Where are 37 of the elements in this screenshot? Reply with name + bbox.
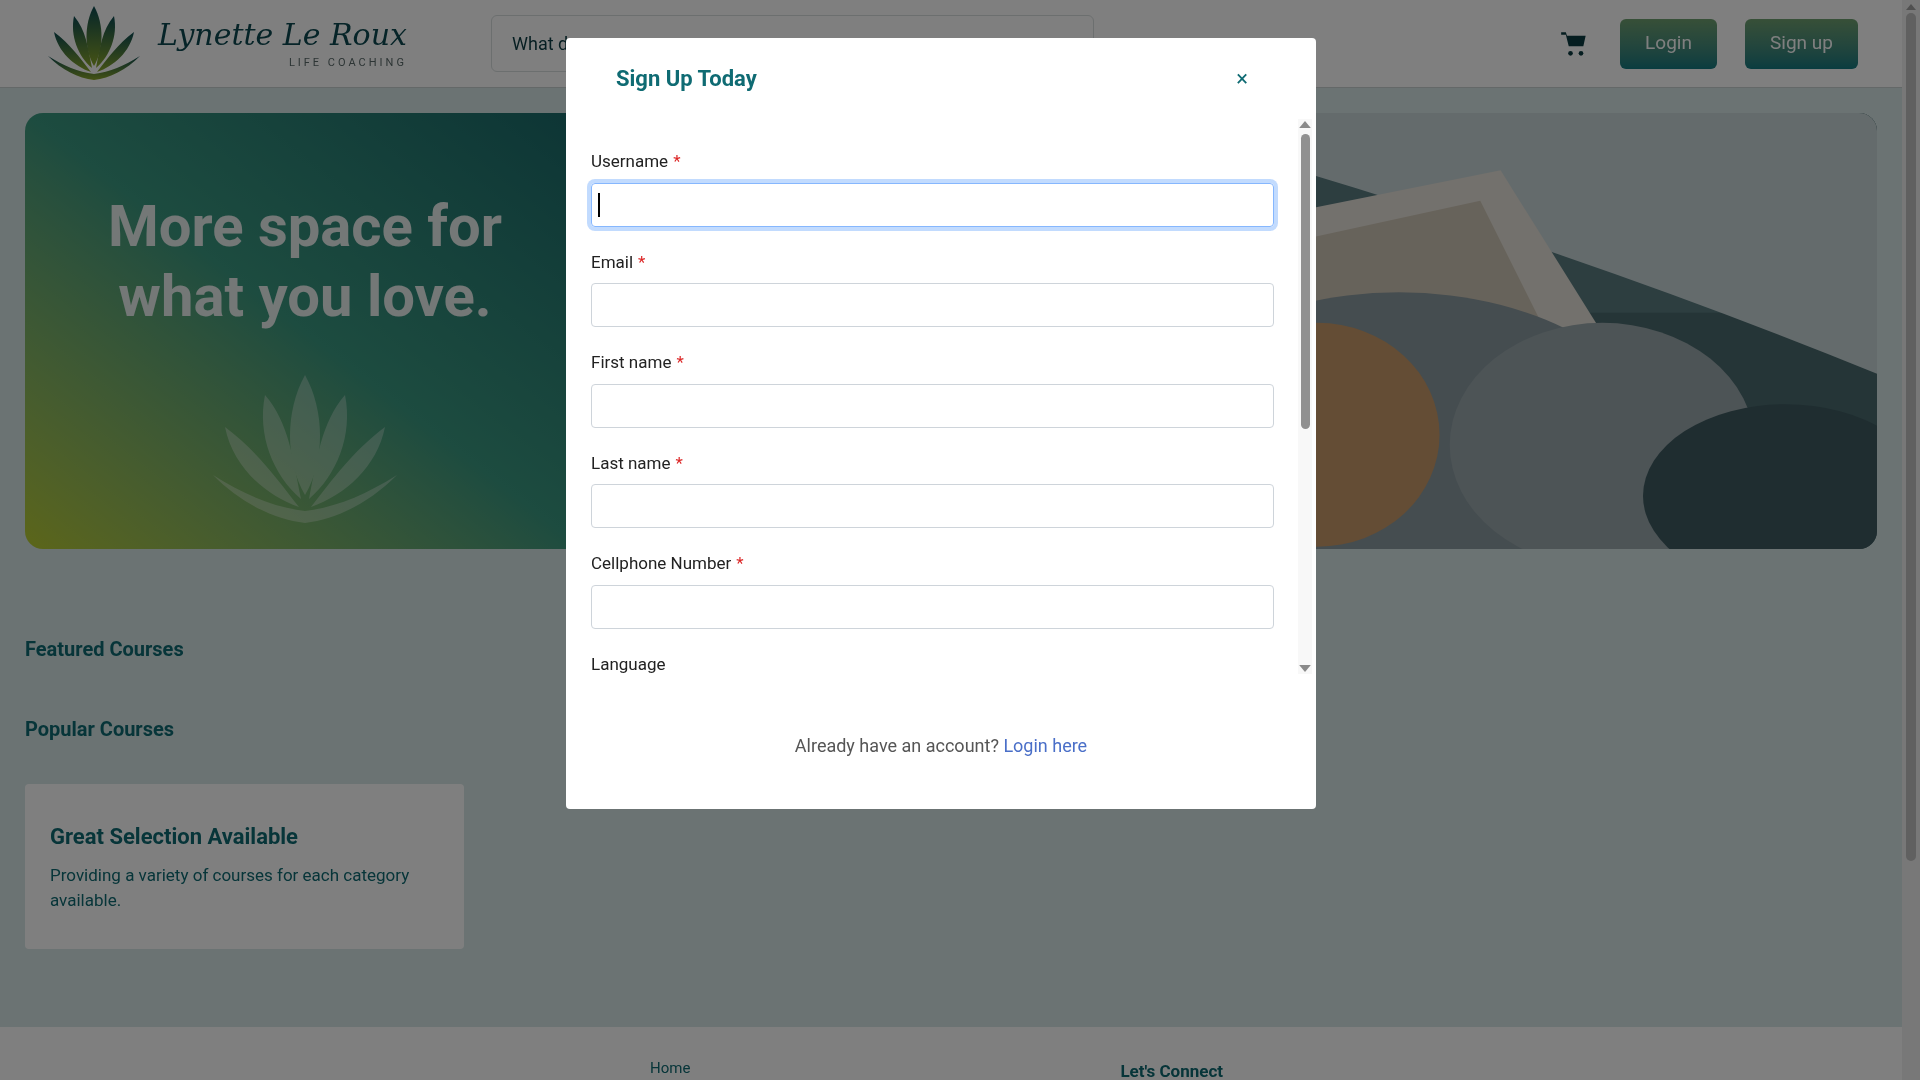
hero-headline: More space for — [107, 191, 503, 261]
footer-heading: Let's Connect — [1120, 1061, 1224, 1080]
login-link[interactable]: Login here — [1003, 735, 1088, 756]
close-button[interactable]: × — [1236, 62, 1248, 95]
modal-title: Sign Up Today — [616, 65, 757, 93]
text-field[interactable] — [591, 584, 1274, 629]
required-asterisk: * — [675, 451, 683, 475]
text-field[interactable] — [591, 283, 1274, 327]
field-label: Last name — [591, 451, 671, 475]
card-title: Great Selection Available — [50, 823, 299, 851]
field-label: First name — [591, 351, 672, 374]
required-asterisk: * — [676, 351, 684, 374]
scroll-up-icon[interactable] — [1906, 4, 1916, 10]
page-scrollbar[interactable] — [1902, 0, 1920, 1080]
field-label: Language — [591, 653, 666, 674]
signup-button[interactable]: Sign up — [1745, 18, 1858, 69]
cart-icon[interactable] — [1560, 29, 1588, 58]
card-text: Providing a variety of courses for each category available. — [50, 864, 411, 912]
modal-scrollbar[interactable] — [1298, 119, 1312, 674]
scroll-down-icon[interactable] — [1299, 665, 1311, 672]
required-asterisk: * — [638, 250, 646, 274]
section-heading: Featured Courses — [25, 636, 184, 663]
required-asterisk: * — [736, 552, 744, 575]
hero-headline: what you love. — [118, 261, 492, 331]
required-asterisk: * — [673, 150, 681, 173]
section-heading: Popular Courses — [25, 716, 175, 743]
text-field[interactable] — [591, 484, 1274, 528]
logo-tagline: LIFE COACHING — [288, 55, 407, 72]
logo-script: Lynette Le Roux — [158, 16, 407, 55]
field-label: Username — [591, 150, 669, 173]
field-label: Email — [591, 250, 634, 274]
footer-link[interactable]: Home — [650, 1059, 691, 1077]
text-field[interactable] — [591, 383, 1274, 428]
login-button[interactable]: Login — [1620, 18, 1717, 69]
login-prompt: Already have an account? Login here — [793, 734, 1089, 758]
scroll-up-icon[interactable] — [1299, 121, 1311, 128]
field-label: Cellphone Number — [591, 552, 732, 575]
